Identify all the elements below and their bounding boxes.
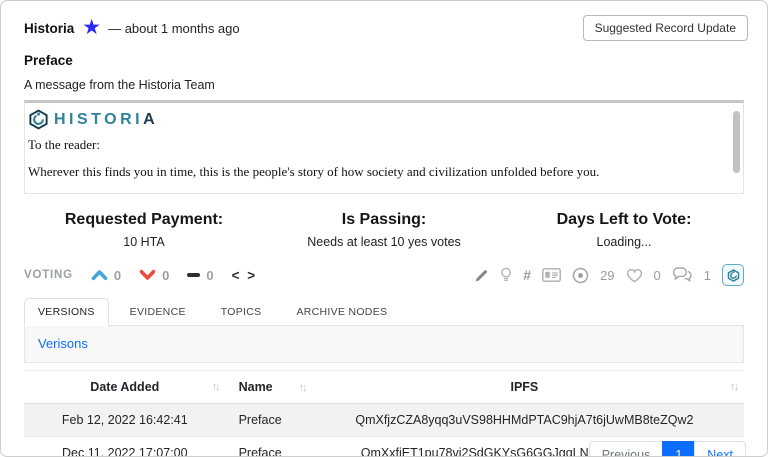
voting-controls: VOTING 0 0 0 < >	[24, 268, 257, 283]
lightbulb-icon[interactable]	[500, 267, 512, 283]
tab-evidence[interactable]: EVIDENCE	[116, 298, 200, 326]
doc-signature: — Historia Network Team, January 31, 202…	[28, 191, 729, 193]
code-brackets-icon[interactable]: < >	[232, 268, 258, 283]
pagination-next[interactable]: Next	[694, 441, 746, 457]
sort-icon[interactable]: ↑↓	[730, 381, 739, 393]
versions-link[interactable]: Verisons	[38, 336, 88, 351]
views-eye-icon	[572, 267, 589, 284]
stat-value: Loading...	[596, 235, 652, 249]
cell-date-added: Feb 12, 2022 16:42:41	[61, 413, 188, 427]
tab-archive-nodes[interactable]: ARCHIVE NODES	[282, 298, 401, 326]
stat-label: Days Left to Vote:	[556, 211, 692, 228]
chevron-up-icon	[91, 269, 108, 281]
stat-value: Needs at least 10 yes votes	[307, 235, 461, 249]
stat-is-passing: Is Passing: Needs at least 10 yes votes	[264, 211, 504, 249]
record-content-frame[interactable]: HISTORIA To the reader: Wherever this fi…	[24, 100, 744, 194]
column-header-date-added[interactable]: Date Added ↑↓	[24, 370, 226, 404]
voting-label: VOTING	[24, 269, 73, 281]
doc-greeting: To the reader:	[28, 137, 100, 152]
abstain-button[interactable]: 0	[187, 267, 214, 283]
pagination-page-1[interactable]: 1	[662, 441, 696, 457]
doc-body-text: Wherever this finds you in time, this is…	[28, 164, 600, 179]
stat-days-left: Days Left to Vote: Loading...	[504, 211, 744, 249]
tab-versions[interactable]: VERSIONS	[24, 298, 109, 326]
voting-row: VOTING 0 0 0 < > # 29 0 1	[24, 262, 744, 288]
upvote-count: 0	[113, 267, 122, 283]
cell-name: Preface	[238, 413, 282, 427]
record-title: Preface	[24, 53, 73, 68]
detail-tabs: VERSIONS EVIDENCE TOPICS ARCHIVE NODES	[24, 298, 744, 326]
historia-hexagon-icon	[28, 109, 49, 130]
doc-scrollbar-thumb[interactable]	[733, 111, 740, 173]
comments-icon[interactable]	[672, 267, 693, 283]
chevron-down-icon	[139, 269, 156, 281]
heart-icon[interactable]	[626, 268, 643, 283]
record-subtitle: A message from the Historia Team	[24, 78, 215, 92]
historia-badge-button[interactable]	[722, 264, 744, 286]
stat-requested-payment: Requested Payment: 10 HTA	[24, 211, 264, 249]
star-icon: ★	[82, 16, 102, 39]
pagination-previous[interactable]: Previous	[588, 441, 664, 457]
cell-ipfs-hash: QmXfjzCZA8yqq3uVS98HHMdPTAC9hjA7t6jUwMB8…	[355, 413, 694, 427]
sort-icon[interactable]: ↑↓	[212, 381, 221, 393]
author-name: Historia	[24, 20, 75, 36]
column-header-ipfs[interactable]: IPFS ↑↓	[304, 370, 744, 404]
pagination: Previous 1 Next	[588, 441, 746, 457]
stat-label: Is Passing:	[341, 211, 427, 228]
id-card-icon[interactable]	[542, 268, 561, 282]
hearts-count: 0	[653, 267, 661, 283]
stat-value: 10 HTA	[123, 235, 165, 249]
record-page: Historia ★ — about 1 months ago Suggeste…	[0, 0, 768, 457]
column-header-name[interactable]: Name ↑↓	[225, 370, 308, 404]
stat-label: Requested Payment:	[64, 211, 224, 228]
edit-pencil-icon[interactable]	[474, 268, 489, 283]
dash-vote-count: 0	[206, 267, 214, 283]
historia-logo: HISTORIA	[28, 109, 729, 130]
table-row: Feb 12, 2022 16:42:41 Preface QmXfjzCZA8…	[24, 403, 744, 437]
cell-date-added: Dec 11, 2022 17:07:00	[62, 446, 188, 457]
table-header-row: Date Added ↑↓ Name ↑↓ IPFS ↑↓	[24, 370, 744, 404]
upvote-button[interactable]: 0	[91, 268, 121, 283]
abstain-vote-count: 0	[162, 267, 170, 283]
dash-icon	[187, 273, 201, 277]
post-timestamp: — about 1 months ago	[108, 20, 240, 36]
historia-hexagon-icon	[727, 268, 739, 282]
proposal-stats: Requested Payment: 10 HTA Is Passing: Ne…	[24, 211, 744, 249]
suggested-record-update-button[interactable]: Suggested Record Update	[582, 15, 748, 41]
engagement-toolbar: # 29 0 1	[474, 264, 744, 286]
versions-panel-header: Verisons	[24, 326, 744, 363]
tab-topics[interactable]: TOPICS	[207, 298, 276, 326]
hash-icon[interactable]: #	[523, 267, 531, 283]
versions-panel: Verisons Date Added ↑↓ Name ↑↓ IPFS ↑↓ Feb …	[24, 326, 744, 457]
views-count: 29	[600, 267, 615, 283]
cell-name: Preface	[238, 446, 282, 457]
comments-count: 1	[703, 267, 711, 283]
downvote-button[interactable]: 0	[139, 268, 169, 283]
historia-wordmark: HISTORIA	[54, 110, 159, 128]
